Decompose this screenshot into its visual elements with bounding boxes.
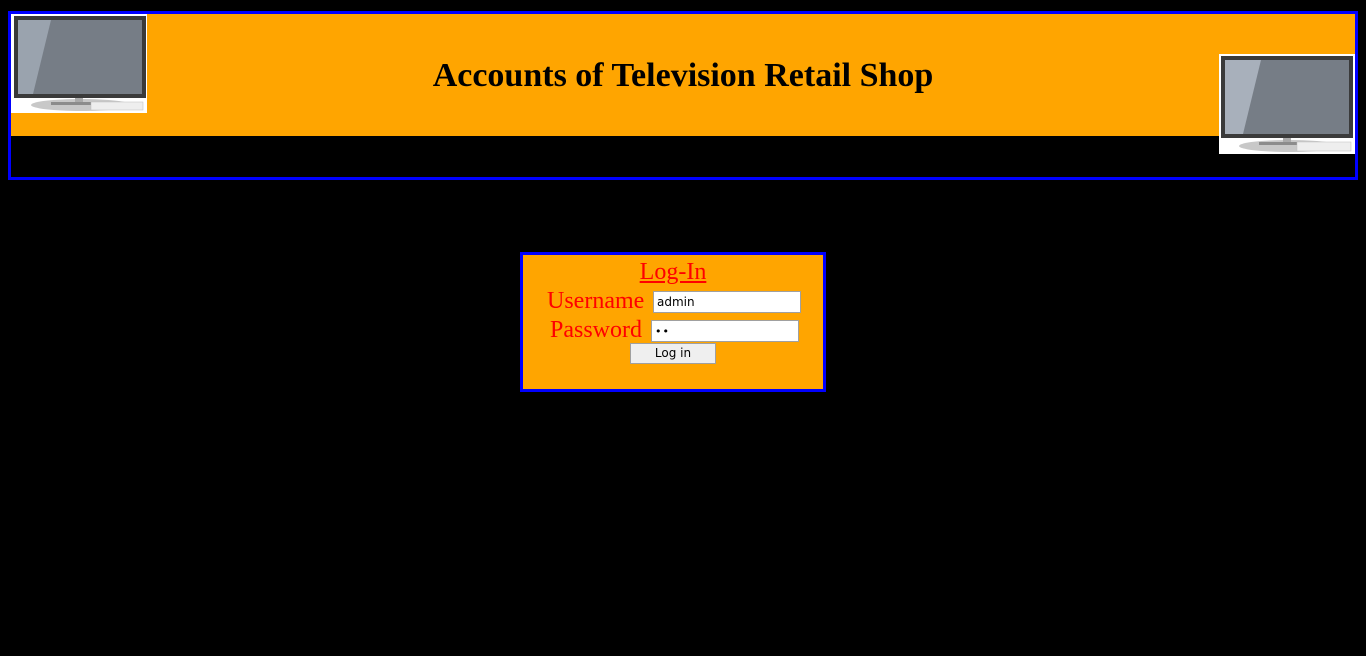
television-icon — [1219, 54, 1355, 154]
header-banner: Accounts of Television Retail Shop — [11, 14, 1355, 136]
password-input[interactable] — [651, 320, 799, 342]
header-frame: Accounts of Television Retail Shop — [8, 11, 1358, 180]
login-form: Log-In Username Password Log in — [520, 252, 826, 392]
username-label: Username — [547, 288, 645, 314]
page: Accounts of Television Retail Shop Log-I… — [0, 0, 1366, 656]
login-title: Log-In — [639, 259, 707, 285]
page-title: Accounts of Television Retail Shop — [432, 57, 934, 94]
login-button[interactable]: Log in — [630, 343, 716, 364]
password-label: Password — [550, 317, 643, 343]
username-input[interactable] — [653, 291, 801, 313]
